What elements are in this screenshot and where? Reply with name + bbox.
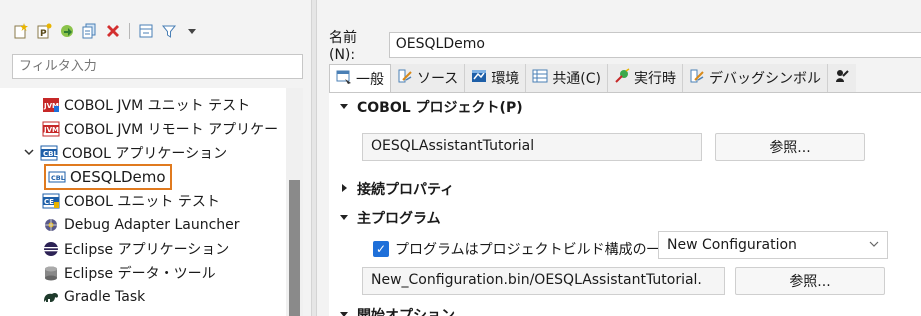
tree-item-gradle-task[interactable]: Gradle Task — [42, 286, 145, 308]
new-config-icon[interactable] — [12, 22, 30, 40]
tree-item-label: Debug Adapter Launcher — [64, 217, 240, 233]
tree-item-cobol-unit-test[interactable]: CE COBOL ユニット テスト — [42, 190, 220, 212]
tab-common[interactable]: 共通(C) — [526, 64, 609, 92]
tree-item-label: COBOL アプリケーション — [62, 146, 228, 162]
project-field[interactable]: OESQLAssistantTutorial — [362, 133, 702, 161]
cobol-app-icon: CBL — [40, 145, 58, 161]
eclipse-icon — [42, 241, 60, 257]
new-prototype-icon[interactable]: P — [35, 22, 53, 40]
main-program-section-header[interactable]: 主プログラム — [339, 208, 441, 228]
svg-text:P: P — [40, 29, 47, 39]
tab-runtime[interactable]: 実行時 — [608, 64, 684, 92]
tree-item-cobol-jvm-unit-test[interactable]: JVM COBOL JVM ユニット テスト — [42, 94, 250, 116]
main-program-section-title: 主プログラム — [357, 211, 441, 227]
tree-item-eclipse-data-tools[interactable]: Eclipse データ・ツール — [42, 262, 216, 284]
build-config-checkbox[interactable]: ✓ — [373, 241, 389, 257]
tree-item-eclipse-app[interactable]: Eclipse アプリケーション — [42, 238, 229, 260]
tab-overflow[interactable] — [828, 64, 857, 92]
chevron-down-icon — [869, 237, 879, 253]
cobol-jvm-unit-icon: JVM — [42, 97, 60, 113]
svg-text:CE: CE — [44, 198, 54, 206]
view-menu-icon[interactable] — [183, 22, 201, 40]
collapse-all-icon[interactable] — [137, 22, 155, 40]
project-section-header[interactable]: COBOL プロジェクト(P) — [339, 97, 523, 117]
tree-item-label: Eclipse アプリケーション — [64, 242, 230, 258]
debug-symbols-tab-icon — [689, 68, 705, 88]
debug-adapter-icon — [42, 217, 60, 233]
connection-section-header[interactable]: 接続プロパティ — [339, 179, 454, 199]
tree-item-label: Eclipse データ・ツール — [64, 266, 216, 282]
overflow-tab-icon — [834, 68, 850, 88]
connection-section-title: 接続プロパティ — [357, 182, 455, 198]
tab-label: 一般 — [356, 71, 384, 88]
duplicate-icon[interactable] — [81, 22, 99, 40]
toolbar-separator — [129, 23, 130, 39]
tab-environment[interactable]: 環境 — [465, 64, 527, 92]
general-tab-icon — [336, 69, 352, 89]
tree-item-label: COBOL ユニット テスト — [64, 194, 220, 210]
tree-scrollbar-thumb[interactable] — [289, 180, 300, 316]
name-row: 名前(N): OESQLDemo — [329, 27, 921, 63]
config-editor-pane: 名前(N): OESQLDemo 一般 ソース 環境 共通(C) 実行時 デバッ… — [317, 0, 921, 316]
svg-text:JVM: JVM — [43, 126, 59, 134]
build-config-checkbox-row: ✓ プログラムはプロジェクトビルド構成の一部: — [373, 239, 679, 259]
tab-label: 環境 — [491, 71, 520, 87]
tab-source[interactable]: ソース — [391, 64, 466, 92]
environment-tab-icon — [471, 68, 487, 88]
project-section-title: COBOL プロジェクト(P) — [357, 100, 523, 116]
chevron-down-icon[interactable] — [24, 147, 36, 160]
cobol-unit-icon: CE — [42, 193, 60, 209]
chevron-right-icon — [339, 181, 349, 197]
delete-icon[interactable] — [104, 22, 122, 40]
checkbox-label: プログラムはプロジェクトビルド構成の一部: — [395, 242, 680, 258]
tree-item-label: COBOL JVM ユニット テスト — [64, 98, 251, 114]
startup-section-title: 開始オプション — [357, 308, 455, 316]
tab-label: ソース — [417, 71, 459, 87]
filter-icon[interactable] — [160, 22, 178, 40]
tab-label: デバッグシンボル — [709, 71, 822, 87]
tree-item-cobol-application[interactable]: CBL COBOL アプリケーション — [24, 142, 227, 164]
chevron-down-icon — [339, 99, 349, 115]
config-tabs: 一般 ソース 環境 共通(C) 実行時 デバッグシンボル — [329, 64, 857, 92]
svg-text:CBL: CBL — [51, 174, 65, 182]
build-config-value: New Configuration — [667, 237, 797, 253]
tab-label: 実行時 — [634, 71, 677, 87]
export-icon[interactable] — [58, 22, 76, 40]
cbl-config-icon: CBL — [48, 169, 66, 185]
tree-item-cobol-jvm-remote-app[interactable]: JVM COBOL JVM リモート アプリケー — [42, 118, 278, 140]
project-browse-button[interactable]: 参照... — [715, 133, 865, 161]
tree-item-debug-adapter[interactable]: Debug Adapter Launcher — [42, 214, 240, 236]
svg-text:CBL: CBL — [43, 150, 58, 158]
name-label: 名前(N): — [329, 30, 357, 63]
program-path-field[interactable]: New_Configuration.bin/OESQLAssistantTuto… — [362, 267, 725, 295]
tab-debug-symbols[interactable]: デバッグシンボル — [683, 64, 829, 92]
tab-general[interactable]: 一般 — [329, 64, 391, 92]
program-browse-button[interactable]: 参照... — [735, 267, 885, 295]
data-tools-icon — [42, 265, 60, 281]
tree-item-label: OESQLDemo — [70, 168, 166, 186]
tree-toolbar: P — [12, 21, 201, 41]
general-tab-content: COBOL プロジェクト(P) OESQLAssistantTutorial 参… — [329, 92, 921, 316]
tree-item-oesqldemo[interactable]: CBL OESQLDemo — [44, 164, 172, 190]
gradle-icon — [42, 289, 60, 305]
config-name-input[interactable]: OESQLDemo — [388, 32, 921, 58]
source-tab-icon — [397, 68, 413, 88]
chevron-down-icon — [339, 210, 349, 226]
launch-config-tree-pane: P JVM COBOL JVM ユニット テスト — [0, 0, 311, 316]
common-tab-icon — [532, 68, 548, 88]
build-config-select[interactable]: New Configuration — [658, 231, 888, 259]
runtime-tab-icon — [614, 68, 630, 88]
tree-item-label: Gradle Task — [64, 289, 146, 305]
filter-input[interactable] — [12, 54, 303, 79]
cobol-jvm-remote-icon: JVM — [42, 121, 60, 137]
startup-section-header[interactable]: 開始オプション — [339, 305, 455, 316]
launch-config-tree: JVM COBOL JVM ユニット テスト JVM COBOL JVM リモー… — [0, 88, 286, 316]
chevron-down-icon — [339, 307, 349, 316]
tree-item-label: COBOL JVM リモート アプリケー — [64, 122, 279, 138]
tab-label: 共通(C) — [552, 71, 602, 87]
